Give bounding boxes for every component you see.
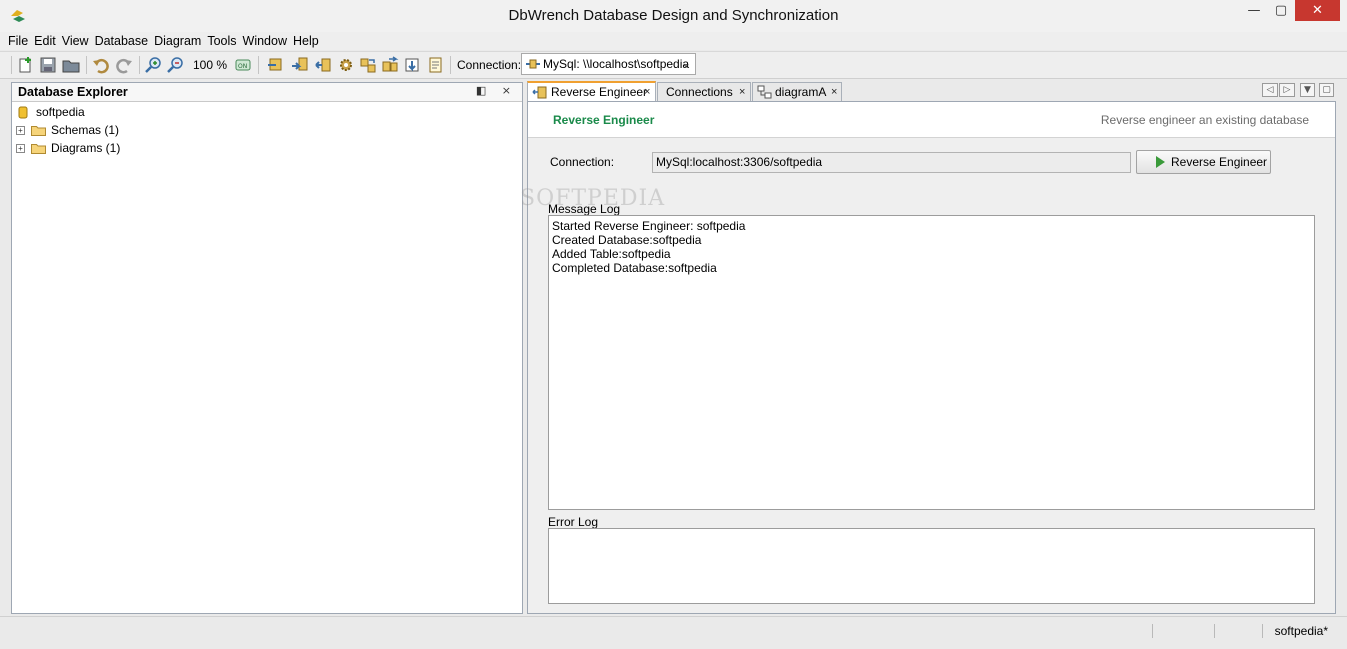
tree-item-diagrams[interactable]: + Diagrams (1)	[16, 139, 120, 157]
menu-tools[interactable]: Tools	[204, 32, 239, 50]
import-icon[interactable]	[291, 56, 309, 74]
close-button[interactable]: ✕	[1295, 0, 1340, 21]
status-text: softpedia*	[1274, 624, 1328, 638]
zoom-level[interactable]: 100 %	[193, 58, 227, 72]
folder-icon	[31, 126, 46, 137]
toolbar-separator	[450, 56, 451, 74]
export-icon[interactable]	[404, 56, 422, 74]
editor-description: Reverse engineer an existing database	[1100, 113, 1309, 127]
toolbar-grip	[11, 56, 12, 74]
tree-root-database[interactable]: softpedia	[16, 103, 85, 121]
connection-field: MySql:localhost:3306/softpedia	[652, 152, 1131, 173]
save-icon[interactable]	[39, 56, 57, 74]
menu-view[interactable]: View	[59, 32, 92, 50]
editor-title: Reverse Engineer	[553, 113, 655, 127]
watermark: SOFTPEDIA	[520, 186, 666, 211]
expand-icon[interactable]: +	[16, 144, 25, 154]
zoom-in-icon[interactable]	[145, 56, 163, 74]
status-bar: softpedia*	[0, 616, 1347, 649]
maximize-button[interactable]: ▢	[1268, 0, 1294, 21]
tab-reverse-engineer[interactable]: Reverse Engineer ×	[527, 81, 656, 102]
tab-close-icon[interactable]: ×	[739, 83, 745, 101]
tree-item-label: Diagrams (1)	[51, 141, 121, 155]
connection-label: Connection:	[457, 58, 522, 72]
menu-database[interactable]: Database	[92, 32, 152, 50]
svg-text:ON: ON	[238, 63, 247, 70]
menu-window[interactable]: Window	[240, 32, 290, 50]
status-separator	[1262, 624, 1263, 638]
log-line: Added Table:softpedia	[552, 247, 671, 261]
menu-help[interactable]: Help	[290, 32, 322, 50]
editor-tab-strip: Reverse Engineer × Connections × diagram…	[527, 81, 1338, 102]
tab-close-icon[interactable]: ×	[644, 83, 650, 101]
play-icon	[1156, 156, 1165, 168]
error-log-label: Error Log	[548, 515, 599, 529]
new-document-icon[interactable]	[17, 56, 35, 74]
zoom-out-icon[interactable]	[167, 56, 185, 74]
button-label: Reverse Engineer	[1171, 155, 1268, 169]
tab-list-icon[interactable]: ▼	[1300, 83, 1315, 97]
panel-header: Database Explorer ◧ ×	[12, 83, 522, 102]
status-separator	[1214, 624, 1215, 638]
tab-diagrama[interactable]: diagramA ×	[752, 82, 842, 101]
tab-maximize-icon[interactable]: ▢	[1319, 83, 1334, 97]
tree-root-label: softpedia	[36, 105, 85, 119]
tab-connections[interactable]: Connections ×	[657, 82, 751, 101]
menu-bar: File Edit View Database Diagram Tools Window He…	[0, 32, 1347, 50]
tab-scroll-right-icon[interactable]: ▷	[1279, 83, 1295, 97]
toolbar: 100 % ON Connection: MySql: \\localhost\…	[0, 51, 1347, 79]
reverse-engineer-icon	[532, 86, 547, 99]
tab-label: diagramA	[775, 85, 827, 99]
status-separator	[1152, 624, 1153, 638]
panel-minimize-close-icon[interactable]: ◧ ×	[476, 84, 517, 97]
chevron-down-icon[interactable]: ⌄	[681, 56, 691, 70]
log-line: Completed Database:softpedia	[552, 261, 717, 275]
tab-label: Reverse Engineer	[551, 85, 648, 99]
database-icon	[18, 106, 28, 119]
toolbar-separator	[86, 56, 87, 74]
gear-icon[interactable]	[337, 56, 355, 74]
reverse-engineer-editor: Reverse Engineer Reverse engineer an exi…	[527, 101, 1336, 614]
error-log[interactable]	[548, 528, 1315, 604]
toolbar-separator	[258, 56, 259, 74]
panel-title: Database Explorer	[18, 85, 128, 99]
title-bar: DbWrench Database Design and Synchroniza…	[0, 0, 1347, 33]
expand-icon[interactable]: +	[16, 126, 25, 136]
connection-plug-icon	[526, 59, 540, 69]
diagram-icon	[757, 85, 772, 99]
message-log[interactable]: Started Reverse Engineer: softpedia Crea…	[548, 215, 1315, 510]
connection-dropdown[interactable]: MySql: \\localhost\softpedia ⌄	[521, 53, 696, 75]
add-table-icon[interactable]	[267, 56, 285, 74]
tab-close-icon[interactable]: ×	[831, 83, 837, 101]
menu-file[interactable]: File	[5, 32, 31, 50]
connection-selected-value: MySql: \\localhost\softpedia	[543, 57, 690, 71]
zoom-fit-icon[interactable]: ON	[234, 56, 252, 74]
menu-diagram[interactable]: Diagram	[151, 32, 204, 50]
reverse-engineer-button[interactable]: Reverse Engineer	[1136, 150, 1271, 174]
sync-icon[interactable]	[359, 56, 377, 74]
editor-header: Reverse Engineer Reverse engineer an exi…	[528, 102, 1335, 138]
minimize-button[interactable]: —	[1241, 0, 1267, 21]
menu-edit[interactable]: Edit	[31, 32, 59, 50]
compare-icon[interactable]	[381, 56, 399, 74]
script-icon[interactable]	[427, 56, 445, 74]
tree-item-schemas[interactable]: + Schemas (1)	[16, 121, 119, 139]
redo-icon[interactable]	[115, 56, 133, 74]
tab-label: Connections	[666, 85, 733, 99]
log-line: Started Reverse Engineer: softpedia	[552, 219, 746, 233]
log-line: Created Database:softpedia	[552, 233, 702, 247]
undo-icon[interactable]	[92, 56, 110, 74]
reverse-engineer-toolbar-icon[interactable]	[314, 56, 332, 74]
connection-field-label: Connection:	[550, 155, 615, 169]
open-folder-icon[interactable]	[62, 56, 80, 74]
tab-scroll-left-icon[interactable]: ◁	[1262, 83, 1278, 97]
folder-icon	[31, 144, 46, 155]
database-explorer-panel: Database Explorer ◧ × softpedia + Schema…	[11, 82, 523, 614]
tree-item-label: Schemas (1)	[51, 123, 120, 137]
toolbar-separator	[139, 56, 140, 74]
window-title: DbWrench Database Design and Synchroniza…	[508, 7, 839, 24]
